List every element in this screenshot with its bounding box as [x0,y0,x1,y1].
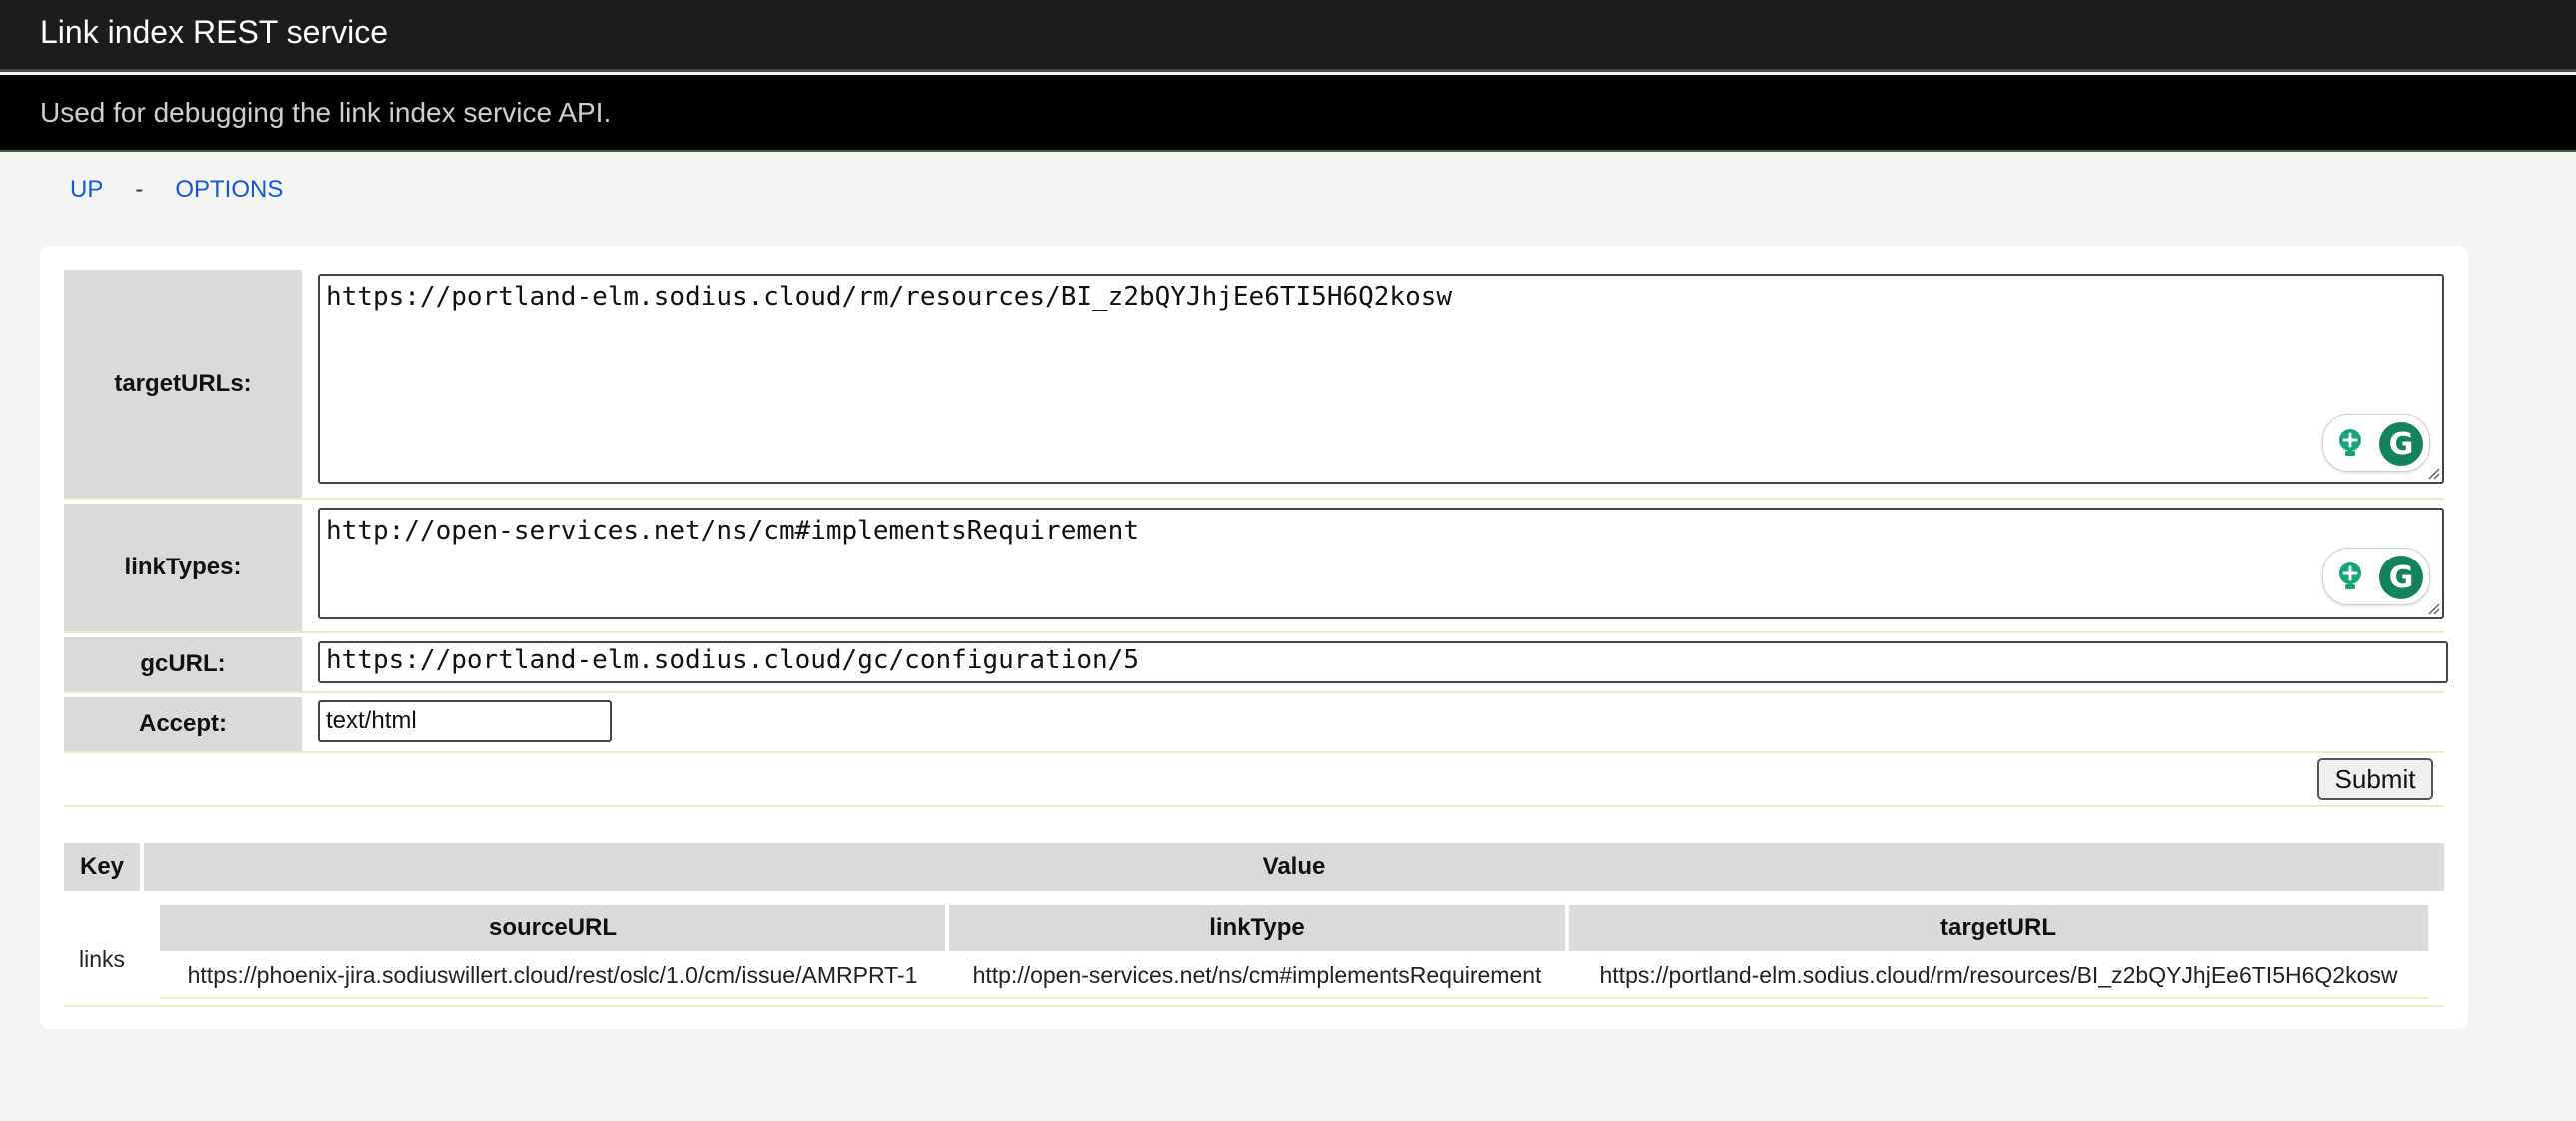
app-subheader: Used for debugging the link index servic… [0,75,2576,152]
accept-input[interactable]: text/html [318,700,612,742]
row-divider [64,691,2444,693]
row-key: links [78,945,125,972]
targeturl-header: targetURL [1569,905,2428,951]
link-types-value: http://open-services.net/ns/cm#implement… [326,516,1139,546]
target-urls-value: https://portland-elm.sodius.cloud/rm/res… [326,282,1453,312]
resize-handle-icon[interactable] [2426,601,2440,615]
sourceurl-header: sourceURL [160,905,945,951]
row-divider [64,805,2444,807]
nav-separator: - [135,176,144,203]
link-types-label: linkTypes: [64,504,302,631]
link-types-textarea[interactable]: http://open-services.net/ns/cm#implement… [318,508,2444,619]
accept-label: Accept: [64,697,302,751]
gc-url-input[interactable]: https://portland-elm.sodius.cloud/gc/con… [318,641,2448,683]
up-link[interactable]: UP [70,176,103,203]
nav-links: UP - OPTIONS [70,176,283,204]
options-link[interactable]: OPTIONS [175,176,283,203]
lightbulb-icon [2339,562,2361,589]
row-divider [64,498,2444,500]
grammarly-icon: G [2379,422,2423,466]
submit-button[interactable]: Submit [2317,758,2433,800]
linktype-cell: http://open-services.net/ns/cm#implement… [972,961,1542,988]
form-card: targetURLs: https://portland-elm.sodius.… [40,246,2468,1029]
key-header: Key [64,843,140,891]
inner-row-divider [160,997,2428,999]
app-header: Link index REST service [0,0,2576,72]
target-urls-textarea[interactable]: https://portland-elm.sodius.cloud/rm/res… [318,274,2444,484]
row-divider [64,751,2444,753]
grammarly-icon: G [2379,556,2423,599]
gc-url-label: gcURL: [64,637,302,691]
table-bottom-divider [64,1005,2444,1007]
grammarly-widget[interactable]: G [2322,548,2430,605]
app-title: Link index REST service [40,14,388,50]
targeturl-cell: https://portland-elm.sodius.cloud/rm/res… [1599,961,2398,988]
linktype-header: linkType [949,905,1565,951]
value-header: Value [144,843,2444,891]
grammarly-widget[interactable]: G [2322,414,2430,472]
target-urls-label: targetURLs: [64,270,302,498]
sourceurl-cell: https://phoenix-jira.sodiuswillert.cloud… [187,961,918,988]
row-divider [64,631,2444,633]
resize-handle-icon[interactable] [2426,466,2440,480]
app-description: Used for debugging the link index servic… [40,97,612,128]
lightbulb-icon [2339,429,2361,456]
